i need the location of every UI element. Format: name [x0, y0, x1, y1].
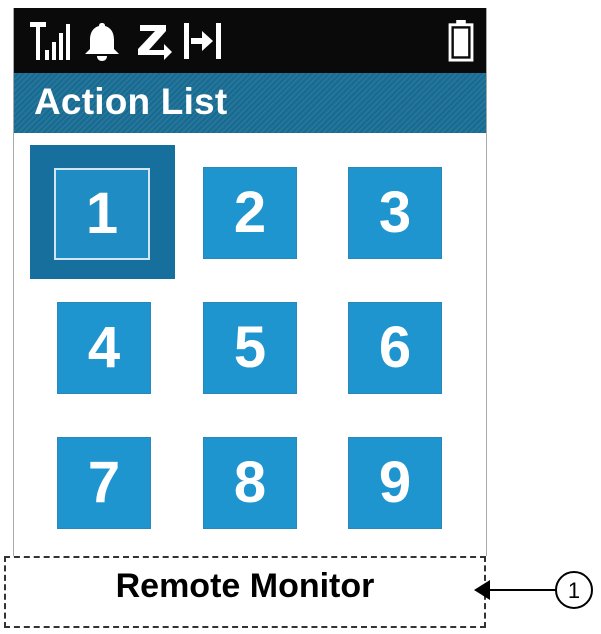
action-key-1-focus: 1	[54, 168, 150, 260]
selected-action-area: Remote Monitor	[4, 556, 486, 628]
page-title: Action List	[34, 81, 228, 122]
callout-number: 1	[568, 578, 580, 603]
action-key-1[interactable]: 1	[30, 145, 175, 279]
action-key-6[interactable]: 6	[348, 302, 442, 394]
status-bar	[14, 8, 486, 73]
action-key-3[interactable]: 3	[348, 167, 442, 259]
action-key-4[interactable]: 4	[57, 302, 151, 394]
title-bar: Action List	[14, 73, 486, 133]
figure-canvas: Action List 1 2 3 4 5 6 7 8 9 Remote Mon…	[0, 0, 601, 634]
action-key-label: 7	[87, 450, 121, 515]
action-key-9[interactable]: 9	[348, 437, 442, 529]
action-key-label: 3	[378, 180, 412, 245]
action-key-label: 6	[378, 315, 412, 380]
action-key-label: 5	[233, 315, 267, 380]
bell-icon	[85, 23, 119, 61]
action-key-label: 9	[378, 450, 412, 515]
action-key-label: 8	[233, 450, 267, 515]
signal-strength-icon	[30, 22, 70, 60]
radio-display: Action List 1 2 3 4 5 6 7 8 9	[13, 8, 487, 556]
selected-action-label: Remote Monitor	[115, 566, 375, 605]
action-key-label: 2	[233, 180, 267, 245]
callout-pointer: 1	[474, 571, 593, 609]
action-key-2[interactable]: 2	[203, 167, 297, 259]
talkaround-icon	[184, 23, 221, 59]
action-key-8[interactable]: 8	[203, 437, 297, 529]
action-key-label: 4	[87, 315, 121, 380]
action-key-label: 1	[85, 181, 119, 246]
battery-icon	[448, 20, 474, 62]
scan-icon	[138, 25, 172, 60]
arrow-left-icon	[474, 580, 490, 600]
action-key-5[interactable]: 5	[203, 302, 297, 394]
action-key-7[interactable]: 7	[57, 437, 151, 529]
